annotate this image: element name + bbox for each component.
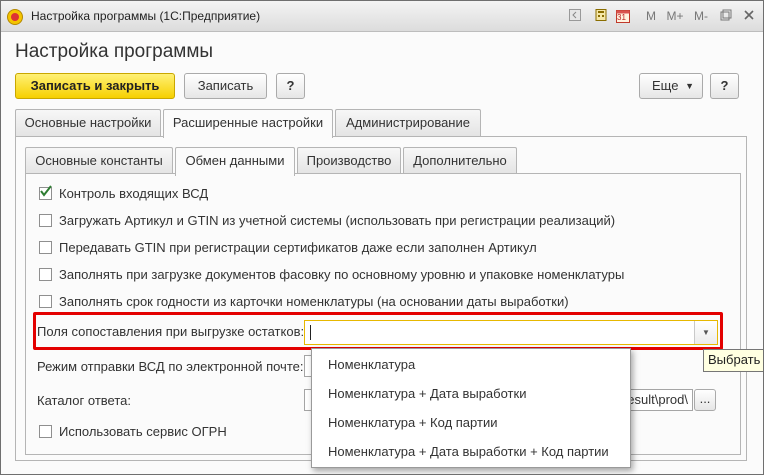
checkmark-icon	[40, 185, 52, 197]
checkbox-label: Загружать Артикул и GTIN из учетной сист…	[59, 213, 616, 228]
window-title: Настройка программы (1С:Предприятие)	[31, 9, 261, 23]
memory-m-button[interactable]: M	[645, 8, 657, 24]
checkbox-label: Заполнять при загрузке документов фасовк…	[59, 267, 625, 282]
help-button-2[interactable]: ?	[710, 73, 739, 99]
checkbox-label: Передавать GTIN при регистрации сертифик…	[59, 240, 537, 255]
checkbox-label: Контроль входящих ВСД	[59, 186, 209, 201]
help-button[interactable]: ?	[276, 73, 305, 99]
dropdown-item[interactable]: Номенклатура + Дата выработки	[328, 386, 526, 401]
tab-administration[interactable]: Администрирование	[335, 109, 481, 136]
vsd-email-label: Режим отправки ВСД по электронной почте:	[37, 359, 304, 374]
calendar-day: 31	[617, 13, 626, 22]
close-icon[interactable]	[743, 9, 755, 21]
tab-advanced-settings[interactable]: Расширенные настройки	[163, 109, 333, 138]
browse-button[interactable]: ...	[694, 389, 716, 411]
checkbox-label: Заполнять срок годности из карточки номе…	[59, 294, 569, 309]
restore-icon[interactable]	[720, 9, 732, 21]
save-and-close-button[interactable]: Записать и закрыть	[15, 73, 175, 99]
dropdown-item[interactable]: Номенклатура	[328, 357, 415, 372]
more-button[interactable]: Еще ▼	[639, 73, 703, 99]
dropdown-item[interactable]: Номенклатура + Код партии	[328, 415, 497, 430]
select-tooltip: Выбрать	[703, 349, 763, 372]
checkbox[interactable]	[39, 185, 52, 200]
tab-main-constants[interactable]: Основные константы	[25, 147, 173, 174]
tab-main-settings[interactable]: Основные настройки	[15, 109, 161, 136]
back-icon[interactable]	[569, 9, 581, 21]
match-fields-input[interactable]: ▼	[304, 320, 718, 345]
memory-plus-button[interactable]: M+	[665, 8, 685, 24]
calendar-icon[interactable]: 31	[613, 8, 633, 24]
checkbox[interactable]	[39, 295, 52, 308]
match-fields-dropdown: Номенклатура Номенклатура + Дата выработ…	[311, 348, 631, 468]
chevron-down-icon[interactable]: ▼	[694, 321, 717, 344]
app-logo-icon	[7, 9, 23, 25]
checkbox-label: Использовать сервис ОГРН	[59, 424, 227, 439]
calculator-icon[interactable]	[595, 9, 607, 21]
tab-additional[interactable]: Дополнительно	[403, 147, 517, 174]
save-button[interactable]: Записать	[184, 73, 267, 99]
reply-catalog-value: esult\prod\	[627, 392, 688, 407]
memory-minus-button[interactable]: M-	[691, 8, 711, 24]
text-cursor	[310, 325, 311, 340]
checkbox[interactable]	[39, 214, 52, 227]
tab-data-exchange[interactable]: Обмен данными	[175, 147, 295, 176]
reply-catalog-label: Каталог ответа:	[37, 393, 131, 408]
page-title: Настройка программы	[15, 41, 214, 62]
match-fields-label: Поля сопоставления при выгрузке остатков…	[37, 324, 305, 339]
app-window: Настройка программы (1С:Предприятие) 31 …	[0, 0, 764, 475]
title-bar: Настройка программы (1С:Предприятие) 31 …	[1, 1, 763, 32]
checkbox[interactable]	[39, 268, 52, 281]
chevron-down-icon: ▼	[685, 81, 694, 91]
checkbox[interactable]	[39, 241, 52, 254]
checkbox[interactable]	[39, 425, 52, 438]
tab-production[interactable]: Производство	[297, 147, 401, 174]
dropdown-item[interactable]: Номенклатура + Дата выработки + Код парт…	[328, 444, 609, 459]
more-label: Еще	[652, 78, 679, 93]
